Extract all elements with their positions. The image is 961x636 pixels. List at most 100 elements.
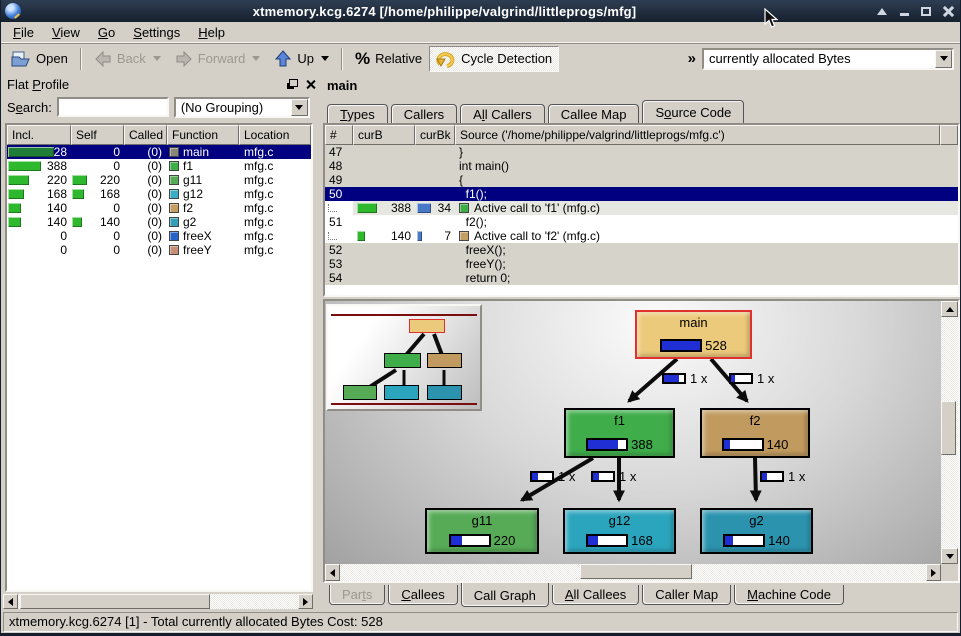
grouping-select[interactable]: (No Grouping) [174, 97, 310, 118]
close-button[interactable] [940, 4, 956, 18]
grouping-dropdown-button[interactable] [291, 99, 308, 116]
source-line[interactable]: 53 freeY(); [325, 257, 958, 271]
table-row-f1[interactable]: 388 0 (0) f1 mfg.c [7, 159, 311, 173]
column-header-location[interactable]: Location [239, 125, 311, 145]
column-header-self[interactable]: Self [71, 125, 124, 145]
scroll-thumb[interactable] [580, 564, 692, 579]
source-line-selected[interactable]: 50 f1(); [325, 187, 958, 201]
incl-cost-bar [8, 147, 54, 157]
graph-vscrollbar[interactable] [941, 301, 958, 564]
event-type-select[interactable]: currently allocated Bytes [702, 48, 954, 70]
tab-machine-code[interactable]: Machine Code [734, 585, 844, 605]
column-header-function[interactable]: Function [167, 125, 239, 145]
tree-branch-icon [328, 232, 337, 240]
search-input[interactable] [57, 97, 169, 117]
menu-go[interactable]: Go [90, 23, 123, 42]
tab-callees[interactable]: Callees [388, 585, 457, 605]
maximize-icon [921, 7, 931, 16]
dock-close-button[interactable] [306, 80, 315, 89]
source-line[interactable]: 52 freeX(); [325, 243, 958, 257]
call-count-bar [530, 471, 554, 482]
app-icon[interactable] [5, 3, 21, 19]
tab-caller-map[interactable]: Caller Map [642, 585, 731, 605]
up-button[interactable]: Up [267, 46, 336, 72]
event-type-dropdown-button[interactable] [935, 50, 952, 68]
graph-hscrollbar[interactable] [325, 564, 941, 581]
tab-callee-map[interactable]: Callee Map [548, 104, 640, 123]
edge-label-f2-g2: 1 x [760, 469, 805, 484]
dock-float-button[interactable] [289, 79, 298, 87]
status-bar: xtmemory.kcg.6274 [1] - Total currently … [1, 611, 960, 633]
cycle-detection-toggle-button[interactable]: Cycle Detection [429, 46, 559, 72]
function-color-icon [169, 203, 179, 213]
flat-profile-dock-header[interactable]: Flat Profile [3, 75, 319, 93]
relative-toggle-button[interactable]: % Relative [348, 46, 429, 72]
source-line[interactable]: 54 return 0; [325, 271, 958, 285]
toolbar-overflow-indicator[interactable]: » [688, 50, 696, 67]
graph-node-g11[interactable]: g11 220 [425, 508, 539, 554]
column-header-source[interactable]: Source ('/home/philippe/valgrind/littlep… [455, 125, 940, 145]
table-row-f2[interactable]: 140 0 (0) f2 mfg.c [7, 201, 311, 215]
function-color-icon [169, 147, 179, 157]
source-call-row[interactable]: 388 34 Active call to 'f1' (mfg.c) [325, 201, 958, 215]
graph-node-g12[interactable]: g12 168 [563, 508, 676, 554]
tab-types[interactable]: Types [327, 104, 388, 123]
source-line[interactable]: 47 } [325, 145, 958, 159]
source-line[interactable]: 49 { [325, 173, 958, 187]
status-text: xtmemory.kcg.6274 [1] - Total currently … [3, 612, 958, 632]
column-header-curb[interactable]: curB [353, 125, 415, 145]
minimize-button[interactable] [896, 4, 912, 18]
graph-node-g2[interactable]: g2 140 [700, 508, 813, 554]
flat-profile-header: Incl. Self Called Function Location [7, 125, 311, 145]
call-graph-canvas[interactable]: main 528 f1 388 f2 140 g11 220 g12 168 g… [325, 301, 941, 564]
graph-overview-minimap[interactable] [326, 304, 482, 411]
column-header-curbk[interactable]: curBk [415, 125, 455, 145]
menu-help[interactable]: Help [190, 23, 233, 42]
forward-button[interactable]: Forward [168, 46, 268, 72]
tab-all-callees[interactable]: All Callees [552, 585, 639, 605]
table-row-g12[interactable]: 168 168 (0) g12 mfg.c [7, 187, 311, 201]
table-row-main[interactable]: 528 0 (0) main mfg.c [7, 145, 311, 159]
menu-settings[interactable]: Settings [125, 23, 188, 42]
minimap-node-g12 [384, 385, 419, 399]
scroll-right-button[interactable] [298, 594, 313, 609]
tab-source-code[interactable]: Source Code [642, 100, 744, 123]
tab-callers[interactable]: Callers [391, 104, 457, 123]
column-header-incl[interactable]: Incl. [7, 125, 71, 145]
call-count-bar [760, 471, 784, 482]
title-bar[interactable]: xtmemory.kcg.6274 [/home/philippe/valgri… [1, 0, 960, 22]
tab-call-graph[interactable]: Call Graph [461, 583, 549, 607]
menu-file[interactable]: File [5, 23, 42, 42]
shade-button[interactable] [874, 4, 890, 18]
table-row-freeY[interactable]: 0 0 (0) freeY mfg.c [7, 243, 311, 257]
self-cost-bar [72, 189, 84, 199]
open-button[interactable]: Open [4, 46, 75, 72]
scroll-left-button[interactable] [325, 564, 340, 581]
table-row-g2[interactable]: 140 140 (0) g2 mfg.c [7, 215, 311, 229]
scroll-thumb[interactable] [941, 401, 956, 455]
call-count-bar [729, 373, 753, 384]
minimize-icon [900, 13, 909, 16]
call-graph-view[interactable]: main 528 f1 388 f2 140 g11 220 g12 168 g… [323, 299, 960, 583]
column-header-line[interactable]: # [325, 125, 353, 145]
scroll-down-button[interactable] [941, 548, 958, 564]
maximize-button[interactable] [918, 4, 934, 18]
scroll-left-button[interactable] [3, 594, 18, 609]
scroll-up-button[interactable] [941, 301, 958, 317]
table-row-freeX[interactable]: 0 0 (0) freeX mfg.c [7, 229, 311, 243]
menu-view[interactable]: View [44, 23, 88, 42]
tab-all-callers[interactable]: All Callers [460, 104, 545, 123]
graph-node-f2[interactable]: f2 140 [700, 408, 810, 458]
source-line[interactable]: 51 f2(); [325, 215, 958, 229]
graph-node-f1[interactable]: f1 388 [564, 408, 675, 458]
scroll-thumb[interactable] [20, 594, 210, 609]
tab-parts[interactable]: Parts [329, 585, 385, 605]
table-row-g11[interactable]: 220 220 (0) g11 mfg.c [7, 173, 311, 187]
graph-node-main[interactable]: main 528 [635, 310, 752, 359]
column-header-called[interactable]: Called [124, 125, 167, 145]
source-line[interactable]: 48 int main() [325, 159, 958, 173]
flat-profile-hscrollbar[interactable] [3, 594, 313, 609]
scroll-right-button[interactable] [926, 564, 941, 581]
source-call-row[interactable]: 140 7 Active call to 'f2' (mfg.c) [325, 229, 958, 243]
back-button[interactable]: Back [87, 46, 168, 72]
